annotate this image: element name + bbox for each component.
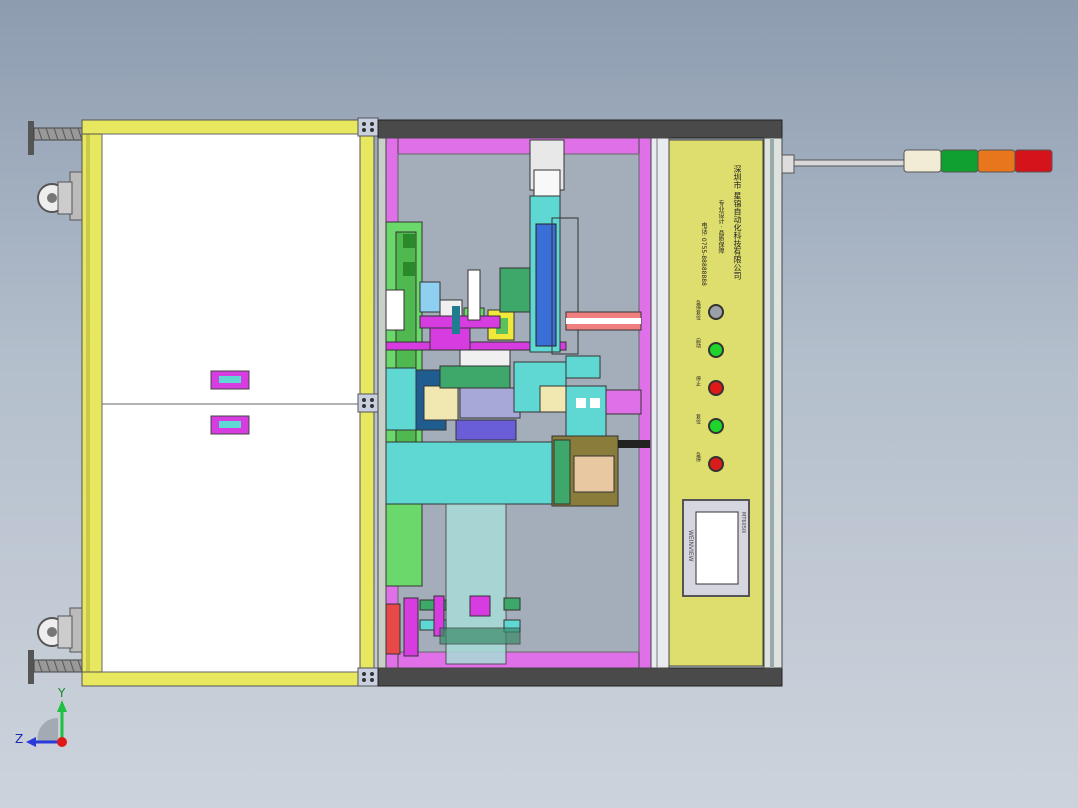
panel-button-3[interactable] — [708, 380, 724, 396]
signal-tower-arm — [781, 154, 905, 174]
caster-wheel-top — [37, 171, 85, 221]
panel-line-2: 专业设计 · 品质保障 — [717, 200, 724, 254]
hmi-brand: WEINVIEW — [687, 530, 694, 562]
left-cabinet — [81, 117, 379, 687]
panel-button-label: 停止 — [695, 376, 701, 386]
signal-tower-segment — [977, 149, 1016, 173]
hmi-model: MT6050i — [740, 512, 746, 534]
panel-line-3: 电话: 0755-88888888 — [700, 222, 707, 286]
panel-button-label: 急停复位 — [695, 300, 701, 320]
door-handle-upper[interactable] — [210, 370, 250, 390]
panel-button-label: 复位 — [695, 414, 701, 424]
panel-button-label: 急停 — [695, 452, 701, 462]
leveling-foot-bottom — [28, 650, 85, 684]
door-handle-lower[interactable] — [210, 415, 250, 435]
signal-tower-segment — [903, 149, 942, 173]
caster-wheel-bottom — [37, 607, 85, 653]
control-panel — [668, 139, 764, 667]
hmi-touchscreen[interactable] — [696, 512, 738, 584]
axis-label-z: Z — [15, 732, 24, 746]
leveling-foot-top — [28, 121, 85, 155]
signal-tower — [903, 149, 1053, 173]
machine-drawing — [26, 117, 1053, 747]
panel-button-5[interactable] — [708, 456, 724, 472]
panel-button-1[interactable] — [708, 304, 724, 320]
coordinate-triad — [26, 700, 67, 747]
signal-tower-segment — [1014, 149, 1053, 173]
panel-button-4[interactable] — [708, 418, 724, 434]
company-name: 深圳市 星锦自动化科技有限公司 — [733, 165, 742, 280]
panel-button-2[interactable] — [708, 342, 724, 358]
axis-label-y: Y — [58, 686, 66, 700]
panel-button-label: 启动 — [695, 338, 701, 348]
signal-tower-segment — [940, 149, 979, 173]
